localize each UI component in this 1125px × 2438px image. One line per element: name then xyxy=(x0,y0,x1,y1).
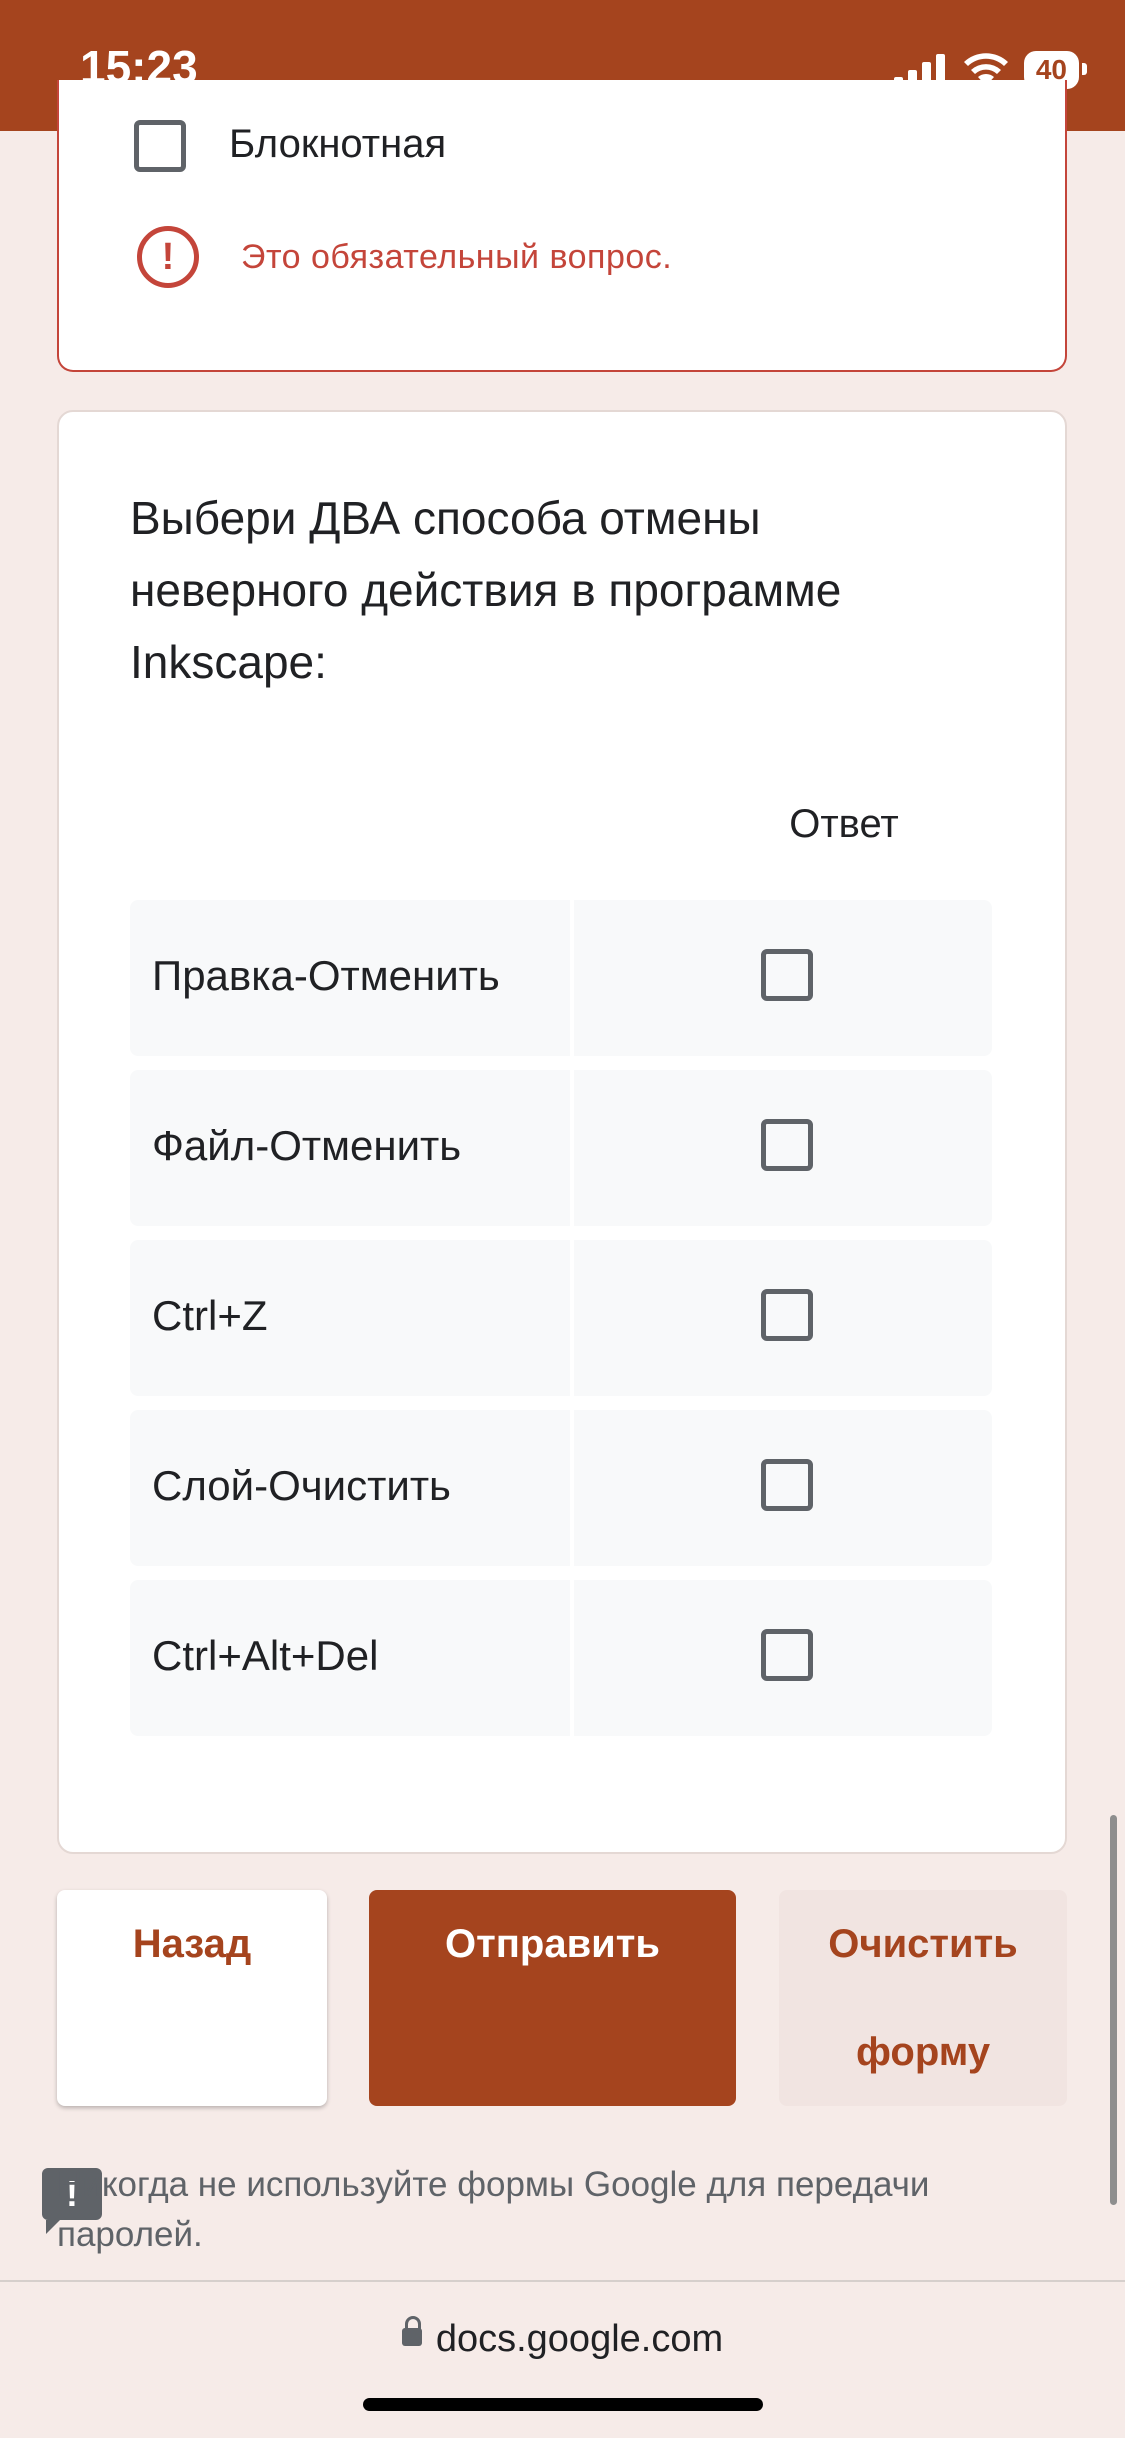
grid-row: Ctrl+Z xyxy=(130,1240,992,1396)
clear-form-label-1: Очистить xyxy=(828,1922,1018,1966)
clear-form-label-2: форму xyxy=(855,2030,991,2074)
back-button[interactable]: Назад xyxy=(57,1890,327,2106)
checkbox-row-5[interactable] xyxy=(761,1629,813,1681)
prev-option-label: Блокнотная xyxy=(229,122,447,166)
checkbox-row-1[interactable] xyxy=(761,949,813,1001)
question-card: Выбери ДВА способа отмены неверного дейс… xyxy=(57,410,1067,1854)
checkbox-row-4[interactable] xyxy=(761,1459,813,1511)
row-divider xyxy=(570,900,574,1056)
row-label: Ctrl+Alt+Del xyxy=(152,1632,379,1679)
grid-row: Слой-Очистить xyxy=(130,1410,992,1566)
clear-form-button[interactable]: Очистить форму xyxy=(779,1890,1067,2106)
row-divider xyxy=(570,1240,574,1396)
scrollbar[interactable] xyxy=(1110,1815,1117,2205)
checkbox-row-3[interactable] xyxy=(761,1289,813,1341)
question-title: Выбери ДВА способа отмены неверного дейс… xyxy=(130,492,842,688)
row-label: Правка-Отменить xyxy=(152,952,500,999)
row-divider xyxy=(570,1070,574,1226)
submit-button-label: Отправить xyxy=(445,1922,660,1966)
checkbox-row-2[interactable] xyxy=(761,1119,813,1171)
home-indicator[interactable] xyxy=(363,2398,763,2411)
grid-row: Ctrl+Alt+Del xyxy=(130,1580,992,1736)
row-label: Файл-Отменить xyxy=(152,1122,462,1169)
grid-row: Правка-Отменить xyxy=(130,900,992,1056)
lock-icon xyxy=(401,2315,422,2346)
previous-question-card: Блокнотная ! Это обязательный вопрос. xyxy=(57,80,1067,372)
error-message: Это обязательный вопрос. xyxy=(241,238,673,276)
row-label: Слой-Очистить xyxy=(152,1462,451,1509)
checkbox-prev-option[interactable] xyxy=(134,120,186,172)
password-warning: Никогда не используйте формы Google для … xyxy=(57,2165,930,2254)
error-icon: ! xyxy=(137,226,199,288)
url-text: docs.google.com xyxy=(435,2318,724,2360)
row-divider xyxy=(570,1410,574,1566)
grid-row: Файл-Отменить xyxy=(130,1070,992,1226)
url-display[interactable]: docs.google.com xyxy=(0,2315,1125,2361)
column-header: Ответ xyxy=(789,802,899,846)
submit-button[interactable]: Отправить xyxy=(369,1890,736,2106)
back-button-label: Назад xyxy=(132,1922,252,1966)
browser-url-bar[interactable]: docs.google.com xyxy=(0,2280,1125,2438)
row-label: Ctrl+Z xyxy=(152,1292,268,1339)
row-divider xyxy=(570,1580,574,1736)
